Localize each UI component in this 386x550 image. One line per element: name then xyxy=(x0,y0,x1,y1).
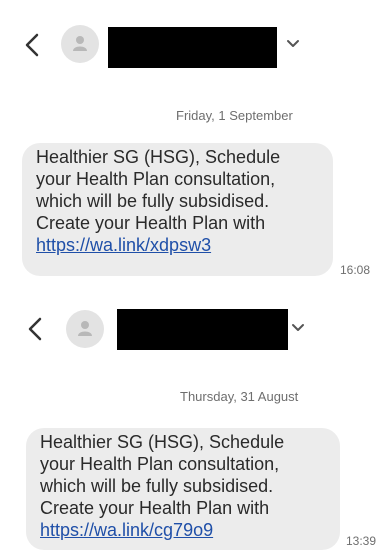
message-link[interactable]: https://wa.link/xdpsw3 xyxy=(36,234,323,256)
contact-avatar[interactable] xyxy=(66,310,104,348)
person-icon xyxy=(78,321,92,336)
date-separator: Thursday, 31 August xyxy=(180,389,299,404)
chevron-down-icon[interactable] xyxy=(285,37,301,49)
chevron-down-icon[interactable] xyxy=(290,321,306,333)
back-arrow-icon[interactable] xyxy=(25,316,47,342)
message-line: your Health Plan consultation, xyxy=(40,454,280,474)
message-timestamp: 16:08 xyxy=(340,263,371,277)
message-line: your Health Plan consultation, xyxy=(36,169,276,189)
conversation-screenshot-2: Thursday, 31 August Healthier SG (HSG), … xyxy=(0,290,386,550)
message-timestamp: 13:39 xyxy=(346,534,377,548)
message-bubble[interactable]: Healthier SG (HSG), Schedule your Health… xyxy=(26,428,340,550)
message-line: Healthier SG (HSG), Schedule xyxy=(36,147,281,167)
conversation-screenshot-1: Friday, 1 September Healthier SG (HSG), … xyxy=(0,0,386,290)
message-line: which will be fully subsidised. xyxy=(36,191,270,211)
message-bubble[interactable]: Healthier SG (HSG), Schedule your Health… xyxy=(22,143,333,276)
message-link[interactable]: https://wa.link/cg79o9 xyxy=(40,519,330,541)
message-line: Create your Health Plan with xyxy=(36,213,266,233)
person-icon xyxy=(73,36,87,51)
message-line: Healthier SG (HSG), Schedule xyxy=(40,432,285,452)
redacted-contact-name xyxy=(108,27,277,68)
back-arrow-icon[interactable] xyxy=(22,32,44,58)
contact-avatar[interactable] xyxy=(61,25,99,63)
date-separator: Friday, 1 September xyxy=(176,108,293,123)
redacted-contact-name xyxy=(117,309,288,350)
message-line: Create your Health Plan with xyxy=(40,498,270,518)
message-line: which will be fully subsidised. xyxy=(40,476,274,496)
